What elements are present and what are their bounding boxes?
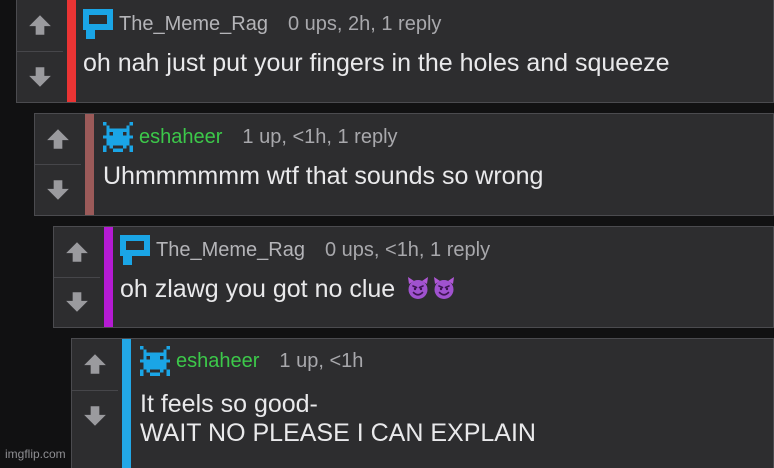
downvote-button[interactable]: [17, 50, 63, 103]
green-pixel-invader-avatar-icon: [103, 122, 133, 152]
comment-text-line: It feels so good-: [140, 390, 318, 418]
comment-1: The_Meme_Rag 0 ups, 2h, 1 reply oh nah j…: [16, 0, 774, 103]
blue-pixel-speech-bubble-avatar-icon: [120, 235, 150, 265]
comment-body: The_Meme_Rag 0 ups, <1h, 1 reply oh zlaw…: [120, 227, 490, 304]
vote-controls: [35, 114, 81, 215]
comment-stats: 1 up, <1h: [279, 349, 364, 372]
reply-indent-stripe: [67, 0, 76, 102]
upvote-button[interactable]: [17, 0, 63, 51]
comment-text: oh nah just put your fingers in the hole…: [83, 49, 670, 77]
username-link[interactable]: The_Meme_Rag: [156, 239, 305, 262]
comment-meta: The_Meme_Rag 0 ups, 2h, 1 reply: [83, 9, 670, 39]
upvote-button[interactable]: [72, 339, 118, 390]
comment-text-content: oh zlawg you got no clue: [120, 275, 396, 303]
upvote-button[interactable]: [35, 114, 81, 164]
comment-stats: 1 up, <1h, 1 reply: [242, 125, 398, 148]
reply-indent-stripe: [85, 114, 94, 215]
comment-meta: eshaheer 1 up, <1h: [140, 346, 536, 376]
username-link[interactable]: eshaheer: [176, 350, 259, 373]
vote-controls: [72, 339, 118, 441]
comment-text: Uhmmmmmm wtf that sounds so wrong: [103, 162, 544, 190]
arrow-down-icon: [47, 180, 69, 200]
downvote-button[interactable]: [35, 164, 81, 215]
smiling-devil-emoji-icon: [432, 276, 456, 300]
comment-text: It feels so good- WAIT NO PLEASE I CAN E…: [140, 390, 536, 448]
user-avatar[interactable]: [103, 122, 133, 152]
comment-body: The_Meme_Rag 0 ups, 2h, 1 reply oh nah j…: [83, 0, 670, 78]
user-avatar[interactable]: [120, 235, 150, 265]
smiling-devil-emoji-icon: [406, 276, 430, 300]
vote-controls: [17, 0, 63, 102]
comment-stats: 0 ups, 2h, 1 reply: [287, 12, 442, 35]
vote-controls: [54, 227, 100, 327]
arrow-down-icon: [84, 406, 106, 426]
comment-text: oh zlawg you got no clue: [120, 275, 490, 304]
arrow-up-icon: [84, 354, 106, 374]
reply-indent-stripe: [122, 339, 131, 468]
comment-body: eshaheer 1 up, <1h, 1 reply Uhmmmmmm wtf…: [103, 114, 543, 191]
arrow-up-icon: [29, 15, 51, 35]
comment-4: eshaheer 1 up, <1h It feels so good- WAI…: [71, 338, 774, 468]
comment-stats: 0 ups, <1h, 1 reply: [324, 238, 491, 261]
comment-2: eshaheer 1 up, <1h, 1 reply Uhmmmmmm wtf…: [34, 113, 774, 216]
arrow-up-icon: [66, 242, 88, 262]
reply-indent-stripe: [104, 227, 113, 327]
comment-meta: The_Meme_Rag 0 ups, <1h, 1 reply: [120, 235, 491, 265]
arrow-down-icon: [29, 67, 51, 87]
downvote-button[interactable]: [54, 276, 100, 328]
arrow-up-icon: [47, 129, 69, 149]
user-avatar[interactable]: [140, 346, 170, 376]
user-avatar[interactable]: [83, 9, 113, 39]
comment-3: The_Meme_Rag 0 ups, <1h, 1 reply oh zlaw…: [53, 226, 774, 328]
blue-pixel-speech-bubble-avatar-icon: [83, 9, 113, 39]
username-link[interactable]: eshaheer: [139, 126, 222, 149]
comment-meta: eshaheer 1 up, <1h, 1 reply: [103, 122, 543, 152]
arrow-down-icon: [66, 292, 88, 312]
upvote-button[interactable]: [54, 227, 100, 277]
comment-text-line: WAIT NO PLEASE I CAN EXPLAIN: [140, 419, 536, 447]
username-link[interactable]: The_Meme_Rag: [119, 13, 268, 36]
comment-body: eshaheer 1 up, <1h It feels so good- WAI…: [140, 339, 536, 448]
green-pixel-invader-avatar-icon: [140, 346, 170, 376]
downvote-button[interactable]: [72, 389, 118, 442]
imgflip-watermark: imgflip.com: [5, 447, 66, 461]
